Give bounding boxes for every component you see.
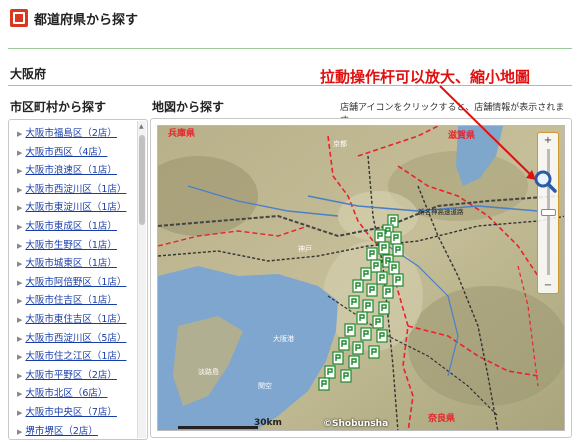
magnifier-icon [534,170,557,193]
annotation-arrow [439,85,537,181]
